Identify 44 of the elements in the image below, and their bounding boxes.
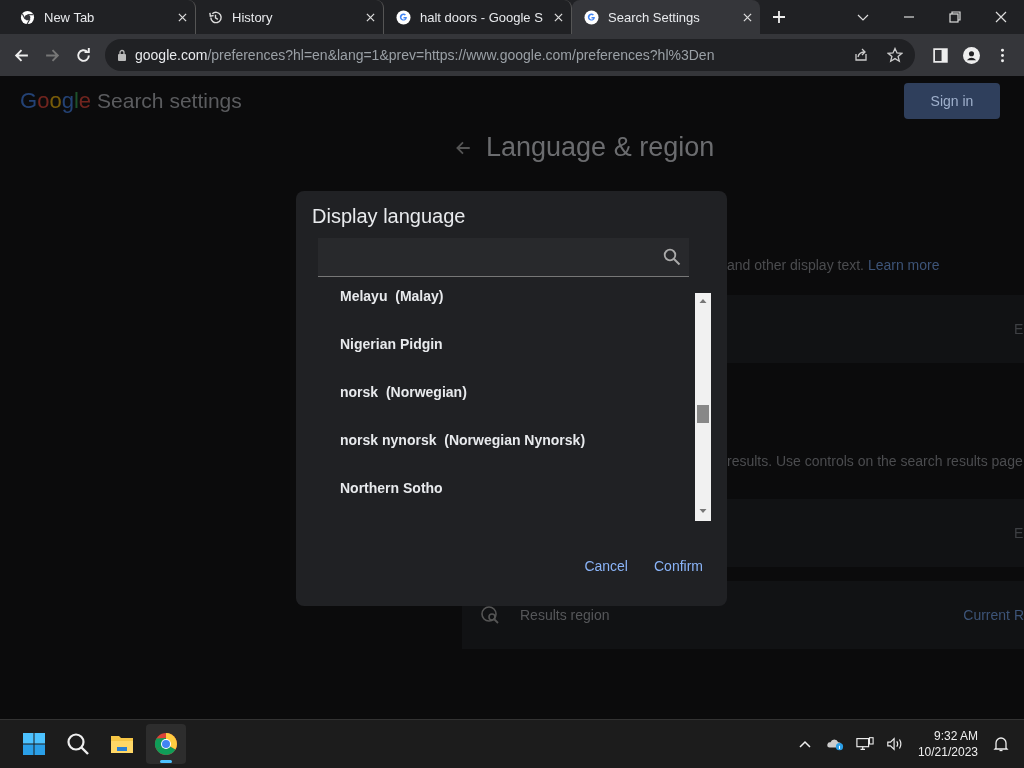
share-icon[interactable] xyxy=(853,47,869,63)
star-icon[interactable] xyxy=(887,47,903,63)
chrome-icon xyxy=(20,9,35,25)
g-logo-icon xyxy=(584,9,599,25)
section-heading: Language & region xyxy=(486,132,715,163)
sign-in-button[interactable]: Sign in xyxy=(904,82,1000,119)
lock-icon xyxy=(117,49,127,61)
description-text: results. Use controls on the search results page xyxy=(727,453,1023,469)
globe-search-icon xyxy=(480,605,500,625)
reload-icon[interactable] xyxy=(75,46,92,64)
page-title: Search settings xyxy=(97,88,242,113)
windows-logo-icon xyxy=(22,732,46,756)
results-region-label: Results region xyxy=(520,607,610,623)
close-icon[interactable] xyxy=(366,12,375,22)
history-icon xyxy=(208,9,223,25)
profile-icon[interactable] xyxy=(963,46,980,64)
dialog-title: Display language xyxy=(312,205,467,228)
taskbar-app[interactable] xyxy=(146,724,186,764)
bell-icon[interactable] xyxy=(992,736,1010,752)
browser-tab[interactable]: Search Settings xyxy=(572,0,760,34)
close-icon[interactable] xyxy=(178,12,187,22)
description-text: and other display text. xyxy=(727,257,864,273)
address-bar[interactable]: google.com/preferences?hl=en&lang=1&prev=https://www.google.com/preferences?hl%3Den xyxy=(105,39,915,71)
speaker-icon[interactable] xyxy=(885,736,904,752)
plus-icon[interactable] xyxy=(772,10,786,24)
language-option[interactable]: norsk (Norwegian) xyxy=(340,385,695,433)
search-icon xyxy=(663,248,681,266)
g-logo-icon xyxy=(396,9,411,25)
google-logo: Google xyxy=(20,87,91,114)
side-panel-icon[interactable] xyxy=(932,46,949,64)
scrollbar[interactable] xyxy=(695,293,711,521)
search-icon xyxy=(66,732,90,756)
clock-date[interactable]: 10/21/2023 xyxy=(917,744,978,760)
close-icon[interactable] xyxy=(554,12,563,22)
url-text: google.com/preferences?hl=en&lang=1&prev=https://www.google.com/preferences?hl%3Den xyxy=(135,47,715,63)
chrome-icon xyxy=(154,732,178,756)
language-option[interactable]: norsk nynorsk (Norwegian Nynorsk) xyxy=(340,433,695,481)
network-icon[interactable] xyxy=(855,736,874,752)
clock-time[interactable]: 9:32 AM xyxy=(933,728,978,744)
search-field[interactable] xyxy=(318,238,689,277)
restore-icon[interactable] xyxy=(948,10,962,24)
close-icon[interactable] xyxy=(743,12,752,22)
results-region-value: Current R xyxy=(963,607,1024,623)
close-icon[interactable] xyxy=(994,10,1008,24)
